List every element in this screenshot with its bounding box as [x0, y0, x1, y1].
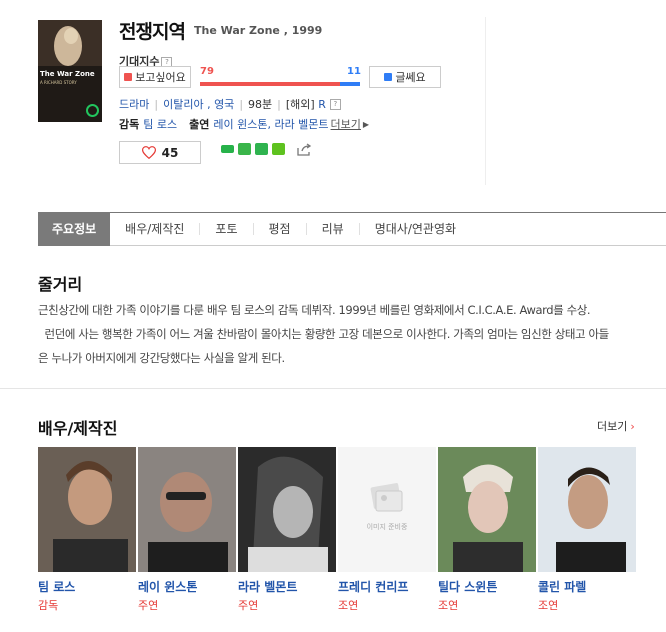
- synopsis-line: 런던에 사는 행복한 가족이 어느 겨울 찬바람이 몰아치는 황량한 고장 데본…: [38, 327, 610, 341]
- placeholder-text: 이미지 준비중: [366, 523, 408, 531]
- dont-bar: [340, 82, 360, 86]
- genre-link[interactable]: 드라마: [119, 96, 149, 112]
- person-photo[interactable]: [538, 447, 636, 572]
- movie-poster[interactable]: The War Zone A RICHARD STORY: [38, 20, 102, 122]
- zoom-icon[interactable]: [86, 104, 99, 117]
- country-link[interactable]: 이탈리아 , 영국: [163, 96, 234, 112]
- person-role: 조연: [538, 599, 559, 612]
- want-bar: [200, 82, 340, 86]
- tab-rating[interactable]: 평점: [254, 223, 307, 235]
- movie-title: 전쟁지역: [119, 21, 186, 43]
- divider: |: [277, 97, 281, 111]
- rating-prefix: [해외]: [285, 98, 315, 111]
- movie-original-title: The War Zone , 1999: [194, 24, 323, 37]
- director-label: 감독: [119, 118, 140, 131]
- person-name[interactable]: 프레디 컨리프: [338, 578, 437, 595]
- cast-card[interactable]: 틸다 스윈튼 조연: [438, 447, 537, 613]
- synopsis-line: 근친상간에 대한 가족 이야기를 다룬 배우 팀 로스의 감독 데뷔작. 199…: [38, 303, 591, 317]
- cast-more-link[interactable]: 더보기 ›: [597, 418, 635, 434]
- memo-share-icon[interactable]: [272, 143, 285, 155]
- runtime: 98분: [248, 98, 273, 111]
- movie-meta: 드라마 | 이탈리아 , 영국 | 98분 | [해외] R ?: [119, 96, 341, 112]
- more-label: 더보기: [597, 420, 628, 433]
- synopsis-line: 은 누나가 아버지에게 강간당했다는 사실을 알게 된다.: [38, 351, 285, 365]
- person-role: 주연: [138, 599, 159, 612]
- person-role: 감독: [38, 599, 59, 612]
- not-sure-label: 글쎄요: [395, 71, 426, 84]
- person-photo[interactable]: [38, 447, 136, 572]
- cast-card[interactable]: 팀 로스 감독: [38, 447, 137, 613]
- cast-list: 팀 로스 감독 레이 윈스톤 주연 라라 벨몬트 주연 이미지 준비중 프레디 …: [38, 447, 637, 613]
- cast-heading: 배우/제작진: [38, 419, 118, 438]
- want-label: 보고싶어요: [135, 71, 186, 84]
- person-photo[interactable]: [238, 447, 336, 572]
- heart-icon: [141, 146, 156, 159]
- band-share-icon[interactable]: [221, 145, 234, 153]
- divider: |: [239, 97, 244, 111]
- section-divider: [0, 388, 666, 389]
- person-role: 조연: [438, 599, 459, 612]
- section-divider: [485, 17, 486, 185]
- person-name[interactable]: 팀 로스: [38, 578, 137, 595]
- person-name[interactable]: 라라 벨몬트: [238, 578, 337, 595]
- cast-card[interactable]: 라라 벨몬트 주연: [238, 447, 337, 613]
- chevron-right-icon: ▶: [362, 119, 370, 129]
- divider: |: [154, 97, 159, 111]
- person-photo[interactable]: [438, 447, 536, 572]
- crew-more-link[interactable]: 더보기: [331, 116, 361, 132]
- tab-photo[interactable]: 포토: [200, 223, 254, 235]
- tab-quotes-related[interactable]: 명대사/연관영화: [360, 223, 471, 235]
- line-share-icon[interactable]: [238, 143, 251, 155]
- synopsis-heading: 줄거리: [38, 275, 83, 294]
- share-icon[interactable]: [297, 143, 315, 156]
- cast-label: 출연: [189, 118, 210, 131]
- person-name[interactable]: 콜린 파렐: [538, 578, 637, 595]
- director-link[interactable]: 팀 로스: [143, 116, 177, 132]
- not-sure-button[interactable]: 글쎄요: [369, 66, 441, 88]
- thumbs-up-icon: [124, 73, 133, 81]
- person-photo[interactable]: [138, 447, 236, 572]
- person-role: 조연: [338, 599, 359, 612]
- want-to-see-button[interactable]: 보고싶어요: [119, 66, 191, 88]
- like-button[interactable]: 45: [119, 141, 201, 164]
- cast-card[interactable]: 레이 윈스톤 주연: [138, 447, 237, 613]
- thumbs-down-icon: [384, 73, 393, 81]
- image-placeholder-icon: [370, 483, 403, 512]
- rating-help-icon[interactable]: ?: [329, 98, 341, 110]
- cast-card[interactable]: 이미지 준비중 프레디 컨리프 조연: [338, 447, 437, 613]
- tab-cast-crew[interactable]: 배우/제작진: [110, 223, 201, 235]
- chevron-right-icon: ›: [630, 420, 635, 433]
- image-placeholder[interactable]: 이미지 준비중: [338, 447, 436, 572]
- person-name[interactable]: 틸다 스윈튼: [438, 578, 537, 595]
- poster-title: The War Zone: [40, 70, 95, 78]
- tab-review[interactable]: 리뷰: [307, 223, 360, 235]
- cast-card[interactable]: 콜린 파렐 조연: [538, 447, 637, 613]
- want-count: 79: [200, 66, 214, 77]
- crew-row: 감독 팀 로스 출연 레이 윈스톤, 라라 벨몬트 더보기 ▶: [119, 116, 369, 132]
- bookmark-share-icon[interactable]: [255, 143, 268, 155]
- rating-link[interactable]: R: [318, 98, 326, 111]
- person-role: 주연: [238, 599, 259, 612]
- like-count: 45: [161, 145, 179, 160]
- dont-count: 11: [347, 66, 361, 77]
- cast-link[interactable]: 레이 윈스톤, 라라 벨몬트: [213, 116, 328, 132]
- person-name[interactable]: 레이 윈스톤: [138, 578, 237, 595]
- share-bar: [221, 143, 315, 156]
- tab-bar: 주요정보 배우/제작진 포토 평점 리뷰 명대사/연관영화: [38, 211, 666, 246]
- tab-main-info[interactable]: 주요정보: [38, 211, 111, 246]
- synopsis-text: 근친상간에 대한 가족 이야기를 다룬 배우 팀 로스의 감독 데뷔작. 199…: [38, 298, 644, 370]
- poster-subtitle: A RICHARD STORY: [40, 80, 77, 85]
